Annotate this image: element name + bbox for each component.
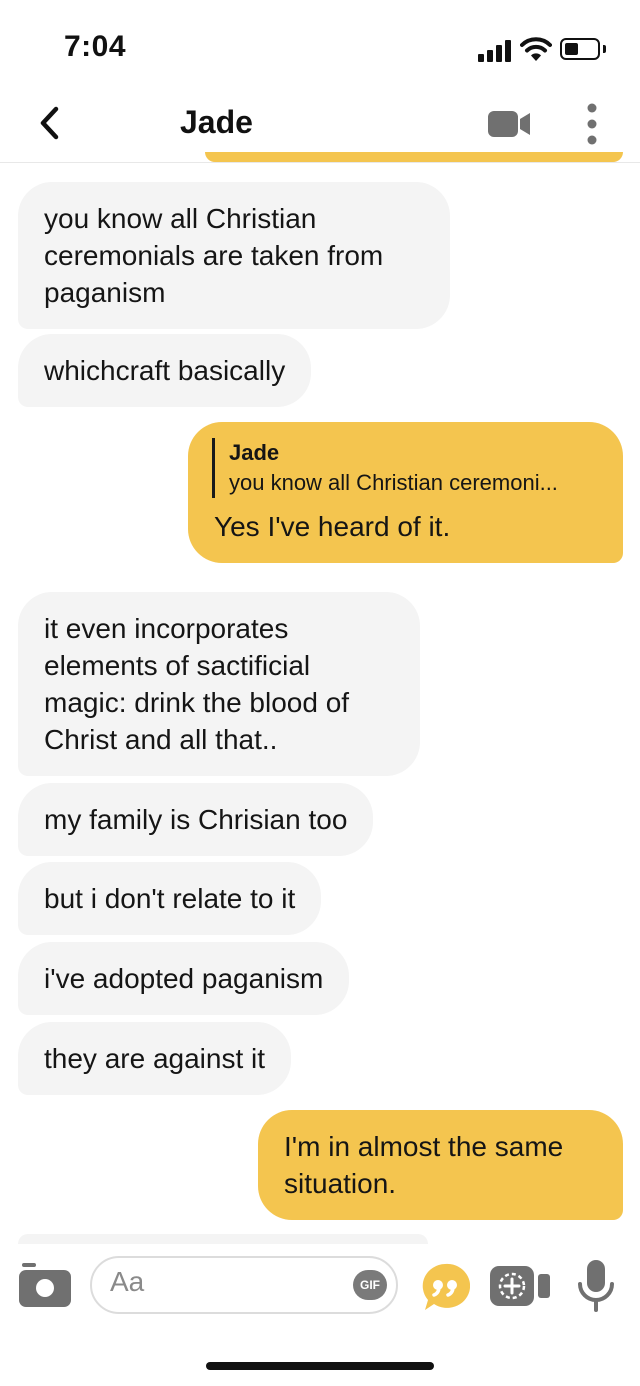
message-incoming[interactable]: they are against it <box>18 1022 292 1095</box>
chat-title[interactable]: Jade <box>180 104 253 141</box>
battery-icon <box>560 38 600 60</box>
message-outgoing[interactable]: I'm in almost the same situation. <box>258 1110 623 1220</box>
message-incoming[interactable]: it even incorporates elements of sactifi… <box>18 592 420 776</box>
reply-quote[interactable]: Jade you know all Christian ceremoni... <box>212 438 597 498</box>
gif-button[interactable]: GIF <box>353 1270 387 1300</box>
message-incoming[interactable]: you know all Christian ceremonials are t… <box>18 182 450 329</box>
previous-message-edge <box>205 152 623 162</box>
camera-icon[interactable] <box>18 1262 72 1308</box>
header-divider <box>0 162 640 163</box>
partial-message <box>18 1234 428 1244</box>
vertical-dots-icon[interactable] <box>578 100 606 148</box>
message-incoming[interactable]: but i don't relate to it <box>18 862 322 935</box>
home-indicator <box>206 1362 434 1370</box>
battery-tip <box>603 45 606 53</box>
chevron-left-icon <box>40 106 59 140</box>
signal-strength-icon <box>478 40 512 62</box>
message-input-placeholder: Aa <box>110 1266 145 1297</box>
message-outgoing-reply[interactable]: Jade you know all Christian ceremoni... … <box>188 422 623 563</box>
video-add-icon[interactable] <box>488 1264 552 1308</box>
reply-snippet: you know all Christian ceremoni... <box>229 470 558 495</box>
message-incoming[interactable]: my family is Chrisian too <box>18 783 374 856</box>
message-incoming[interactable]: i've adopted paganism <box>18 942 350 1015</box>
message-incoming[interactable]: whichcraft basically <box>18 334 312 407</box>
message-text: Yes I've heard of it. <box>214 511 451 542</box>
video-camera-icon[interactable] <box>486 106 532 142</box>
back-button[interactable] <box>30 100 70 146</box>
microphone-icon[interactable] <box>576 1258 616 1314</box>
status-time: 7:04 <box>64 30 127 63</box>
quote-bubble-icon[interactable] <box>420 1262 470 1312</box>
reply-author: Jade <box>229 440 280 465</box>
wifi-icon <box>520 37 552 61</box>
